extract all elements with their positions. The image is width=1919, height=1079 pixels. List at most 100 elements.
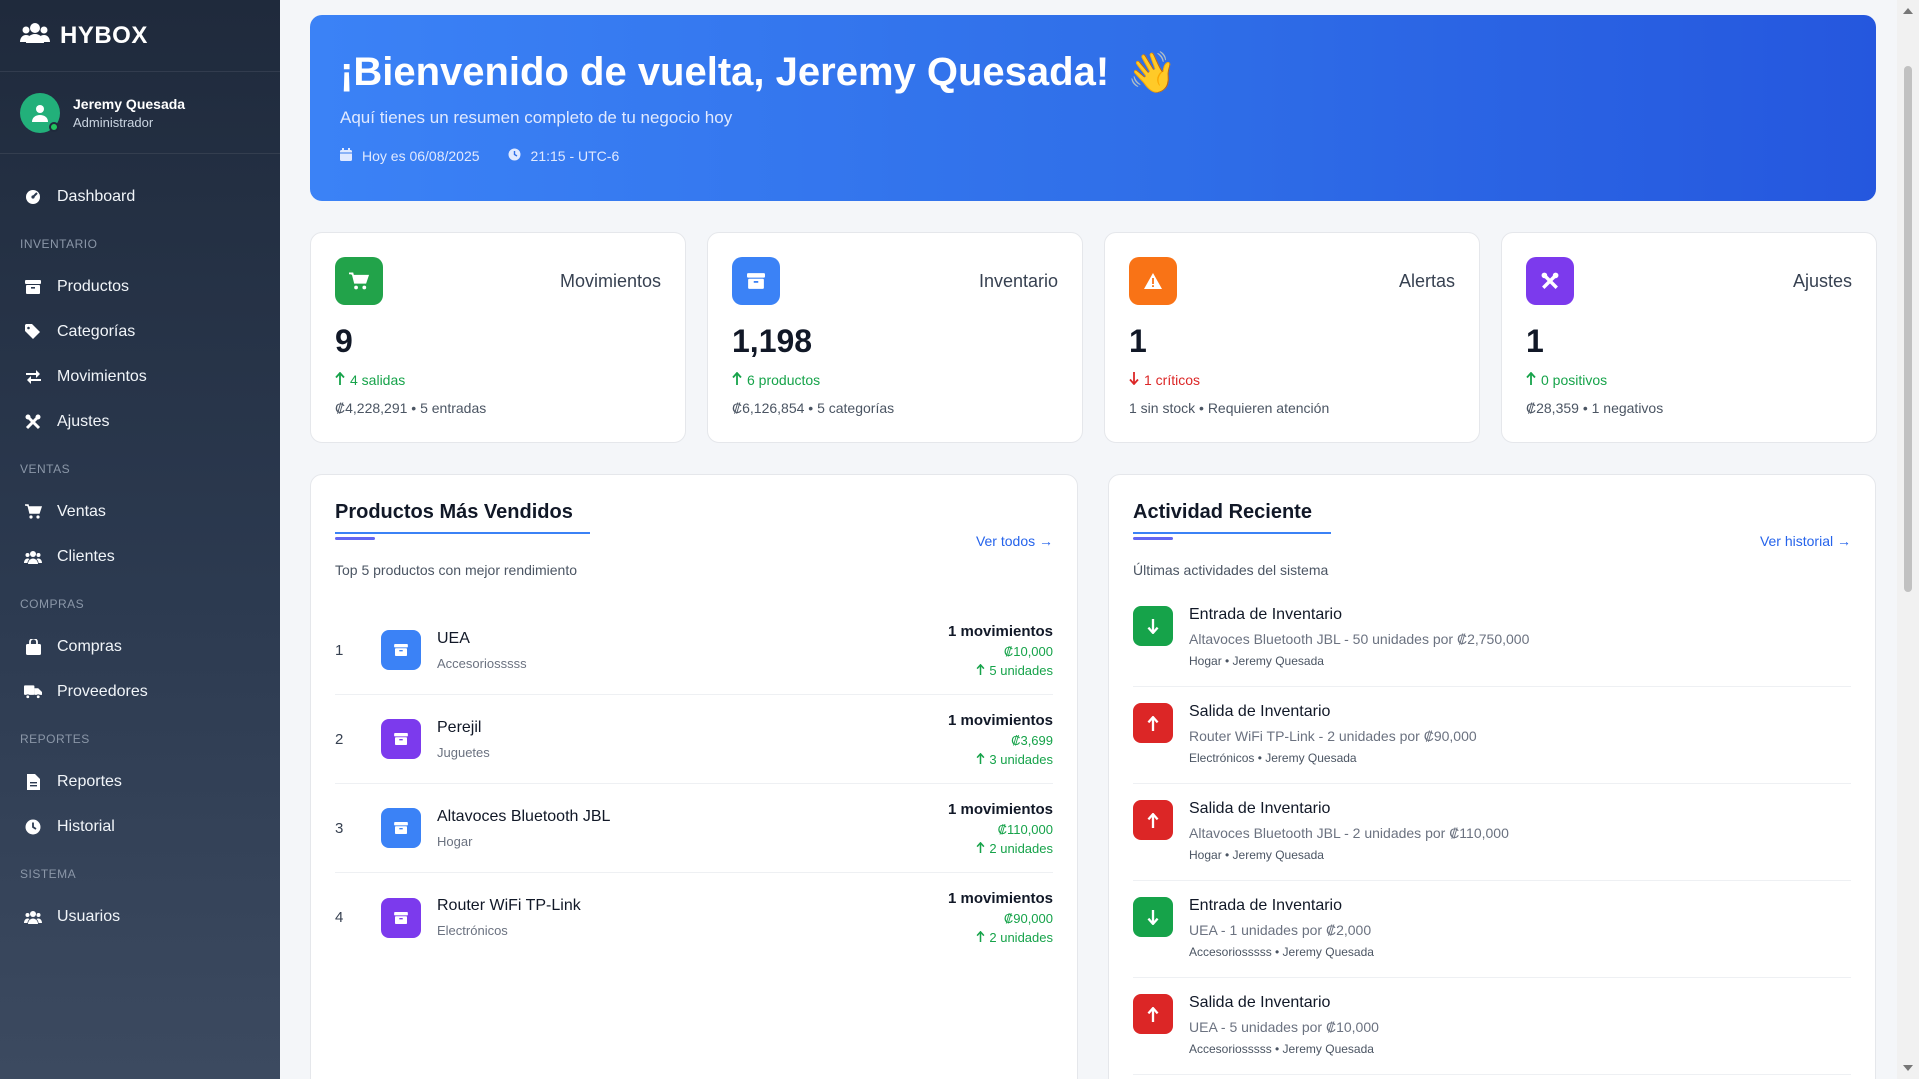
activity-title: Entrada de Inventario — [1189, 897, 1342, 914]
warning-icon — [1129, 257, 1177, 305]
sidebar-item-clientes[interactable]: Clientes — [0, 534, 280, 579]
arrow-up-icon — [335, 371, 345, 388]
sidebar-item-productos[interactable]: Productos — [0, 264, 280, 309]
sidebar-item-ventas[interactable]: Ventas — [0, 489, 280, 534]
card-value: 1 — [1129, 323, 1147, 359]
arrow-up-icon — [976, 663, 985, 678]
nav-section-sistema: SISTEMA — [20, 867, 77, 881]
nav-section-inventario: INVENTARIO — [20, 237, 98, 251]
title-underline — [1133, 532, 1331, 540]
list-item[interactable]: 3 Altavoces Bluetooth JBL Hogar 1 movimi… — [335, 784, 1053, 873]
tags-icon — [24, 324, 42, 339]
product-category: Juguetes — [437, 744, 490, 760]
panel-title: Actividad Reciente — [1133, 501, 1312, 523]
product-units-text: 3 unidades — [989, 751, 1053, 767]
cart-icon — [335, 257, 383, 305]
list-item[interactable]: 1 UEA Accesoriosssss 1 movimientos ₡10,0… — [335, 606, 1053, 695]
stats-cards: Movimientos 9 4 salidas ₡4,228,291 • 5 e… — [310, 232, 1877, 443]
list-item[interactable]: Salida de Inventario Altavoces Bluetooth… — [1133, 800, 1851, 881]
scroll-up-icon[interactable] — [1903, 8, 1913, 14]
list-item[interactable]: Entrada de Inventario UEA - 1 unidades p… — [1133, 897, 1851, 978]
sidebar: HYBOX Jeremy Quesada Administrador Dashb… — [0, 0, 280, 1079]
product-category: Electrónicos — [437, 923, 508, 938]
arrow-down-icon — [1133, 606, 1173, 646]
activity-description: UEA - 1 unidades por ₡2,000 — [1189, 922, 1372, 938]
sidebar-item-reportes[interactable]: Reportes — [0, 759, 280, 804]
stat-card-ajustes[interactable]: Ajustes 1 0 positivos ₡28,359 • 1 negati… — [1501, 232, 1877, 443]
product-units: 2 unidades — [948, 930, 1053, 945]
view-history-link[interactable]: Ver historial → — [1760, 533, 1851, 549]
card-value: 1 — [1526, 323, 1544, 359]
brand-name: HYBOX — [60, 21, 148, 49]
list-item[interactable]: 2 Perejil Juguetes 1 movimientos ₡3,699 … — [335, 695, 1053, 784]
product-amount: ₡90,000 — [1003, 911, 1053, 926]
product-name: Perejil — [437, 718, 482, 736]
card-title: Alertas — [1398, 270, 1455, 291]
product-units-text: 2 unidades — [989, 930, 1053, 945]
sidebar-item-compras[interactable]: Compras — [0, 624, 280, 669]
sidebar-item-dashboard[interactable]: Dashboard — [0, 174, 280, 219]
welcome-meta: Hoy es 06/08/2025 21:15 - UTC-6 — [340, 148, 1846, 164]
view-all-link[interactable]: Ver todos → — [976, 533, 1053, 549]
dashboard-icon — [24, 189, 42, 205]
exchange-icon — [24, 369, 42, 384]
panel-description: Últimas actividades del sistema — [1133, 562, 1329, 578]
activity-title: Entrada de Inventario — [1189, 606, 1342, 623]
card-title: Movimientos — [559, 270, 661, 291]
sidebar-item-proveedores[interactable]: Proveedores — [0, 669, 280, 714]
product-units: 5 unidades — [948, 663, 1053, 678]
card-footer: ₡4,228,291 • 5 entradas — [335, 400, 487, 416]
card-trend-text: 4 salidas — [350, 372, 406, 388]
arrow-down-icon — [1133, 897, 1173, 937]
sidebar-item-label: Movimientos — [57, 367, 147, 385]
arrow-down-icon — [1129, 372, 1139, 388]
sidebar-item-label: Ajustes — [57, 412, 110, 430]
box-icon — [381, 719, 421, 759]
sidebar-item-historial[interactable]: Historial — [0, 804, 280, 849]
product-name: Altavoces Bluetooth JBL — [437, 807, 611, 825]
activity-title: Salida de Inventario — [1189, 800, 1331, 817]
sidebar-item-usuarios[interactable]: Usuarios — [0, 894, 280, 939]
users-icon — [24, 910, 42, 924]
sidebar-item-label: Compras — [57, 637, 122, 655]
product-amount: ₡110,000 — [997, 821, 1053, 837]
arrow-up-icon — [976, 752, 985, 767]
stat-card-movimientos[interactable]: Movimientos 9 4 salidas ₡4,228,291 • 5 e… — [310, 232, 686, 443]
scroll-down-icon[interactable] — [1903, 1065, 1913, 1071]
box-icon — [381, 630, 421, 670]
product-rank: 3 — [335, 819, 344, 837]
user-icon — [32, 104, 48, 122]
clock-icon — [24, 819, 42, 835]
stat-card-inventario[interactable]: Inventario 1,198 6 productos ₡6,126,854 … — [707, 232, 1083, 443]
user-profile[interactable]: Jeremy Quesada Administrador — [0, 72, 280, 154]
product-units-text: 5 unidades — [989, 662, 1053, 678]
product-name: Router WiFi TP-Link — [437, 897, 581, 914]
sidebar-item-categorias[interactable]: Categorías — [0, 309, 280, 354]
card-value: 1,198 — [732, 323, 813, 359]
wave-emoji-icon: 👋 — [1127, 51, 1177, 95]
sidebar-nav: Dashboard INVENTARIO Productos Categoría… — [0, 154, 280, 939]
product-rank: 2 — [335, 730, 344, 748]
clock-icon — [508, 148, 521, 164]
list-item[interactable]: 4 Router WiFi TP-Link Electrónicos 1 mov… — [335, 873, 1053, 962]
product-movements: 1 movimientos — [947, 622, 1053, 640]
list-item[interactable]: Salida de Inventario UEA - 5 unidades po… — [1133, 994, 1851, 1075]
stat-card-alertas[interactable]: Alertas 1 1 críticos 1 sin stock • Requi… — [1104, 232, 1480, 443]
card-footer: ₡6,126,854 • 5 categorías — [732, 400, 895, 416]
sidebar-item-ajustes[interactable]: Ajustes — [0, 399, 280, 444]
sidebar-item-label: Dashboard — [57, 187, 136, 205]
list-item[interactable]: Entrada de Inventario Altavoces Bluetoot… — [1133, 606, 1851, 687]
brand[interactable]: HYBOX — [0, 0, 280, 72]
card-trend: 1 críticos — [1129, 372, 1455, 388]
list-item[interactable]: Salida de Inventario Router WiFi TP-Link… — [1133, 703, 1851, 784]
page-scrollbar[interactable] — [1897, 0, 1919, 1079]
product-units: 2 unidades — [948, 841, 1053, 856]
tools-icon — [1526, 257, 1574, 305]
scrollbar-thumb[interactable] — [1904, 66, 1912, 592]
activity-description: Altavoces Bluetooth JBL - 50 unidades po… — [1189, 631, 1530, 647]
activity-meta: Hogar • Jeremy Quesada — [1189, 654, 1324, 668]
sidebar-item-movimientos[interactable]: Movimientos — [0, 354, 280, 399]
card-title: Ajustes — [1792, 270, 1852, 291]
welcome-subtitle: Aquí tienes un resumen completo de tu ne… — [340, 108, 733, 127]
product-rank: 1 — [335, 641, 344, 659]
